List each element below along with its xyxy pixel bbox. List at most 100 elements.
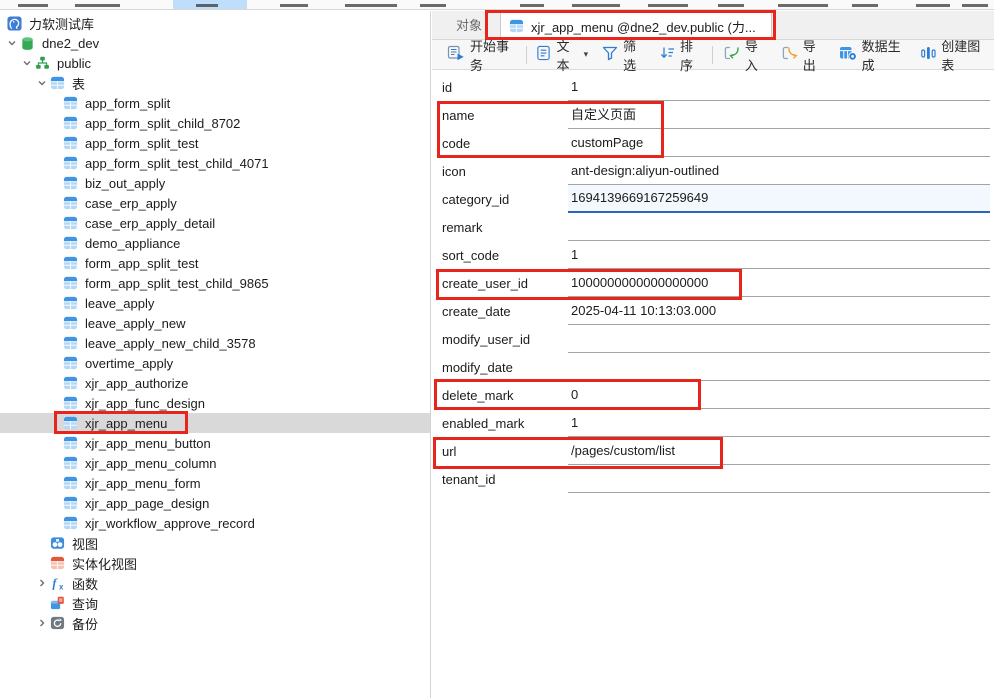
tree-item-xjr_workflow_approve_record[interactable]: xjr_workflow_approve_record: [0, 513, 430, 533]
field-row-category_id: category_id1694139669167259649: [432, 185, 994, 213]
field-label: url: [432, 444, 568, 459]
mat-view-icon: [50, 556, 66, 570]
tree-item-leave_apply_new_child_3578[interactable]: leave_apply_new_child_3578: [0, 333, 430, 353]
field-label: create_date: [432, 304, 568, 319]
toolbar-button-label: 筛选: [623, 36, 645, 74]
clipped-toolbar-text-fragment: [420, 4, 446, 7]
field-value-input[interactable]: [568, 353, 990, 381]
tree-item-xjr_app_page_design[interactable]: xjr_app_page_design: [0, 493, 430, 513]
tree-item-dne2_dev[interactable]: dne2_dev: [0, 33, 430, 53]
toolbar-button-label: 导出: [803, 36, 825, 74]
tree-item-视图[interactable]: 视图: [0, 533, 430, 553]
tree-item-力软测试库[interactable]: 力软测试库: [0, 13, 430, 33]
field-value-input[interactable]: [568, 325, 990, 353]
field-value-input[interactable]: 1: [568, 409, 990, 437]
field-value-input[interactable]: 1: [568, 73, 990, 101]
postgres-connection-icon: [7, 16, 23, 31]
table-icon: [63, 436, 79, 450]
dropdown-caret-icon[interactable]: ▾: [584, 49, 589, 60]
tree-item-biz_out_apply[interactable]: biz_out_apply: [0, 173, 430, 193]
chevron-down-icon[interactable]: [19, 58, 35, 68]
table-icon: [63, 316, 79, 330]
filter-button[interactable]: 筛选: [595, 42, 652, 68]
field-row-tenant_id: tenant_id: [432, 465, 994, 493]
import-button[interactable]: 导入: [716, 42, 774, 68]
tree-item-查询[interactable]: 查询: [0, 593, 430, 613]
clipped-toolbar-text-fragment: [572, 4, 620, 7]
tree-item-app_form_split_test[interactable]: app_form_split_test: [0, 133, 430, 153]
table-icon: [63, 456, 79, 470]
query-icon: [50, 596, 66, 610]
tab-objects[interactable]: 对象: [446, 11, 492, 40]
field-label: create_user_id: [432, 276, 568, 291]
sort-button[interactable]: 排序: [652, 42, 709, 68]
table-icon: [50, 76, 66, 90]
field-label: modify_date: [432, 360, 568, 375]
tree-item-label: case_erp_apply_detail: [85, 216, 215, 231]
tree-item-form_app_split_test_child_9865[interactable]: form_app_split_test_child_9865: [0, 273, 430, 293]
tree-item-xjr_app_menu_form[interactable]: xjr_app_menu_form: [0, 473, 430, 493]
tree-item-实体化视图[interactable]: 实体化视图: [0, 553, 430, 573]
filter-icon: [602, 45, 618, 64]
table-icon: [63, 356, 79, 370]
clipped-toolbar-text-fragment: [718, 4, 744, 7]
chevron-right-icon[interactable]: [34, 578, 50, 588]
field-row-id: id1: [432, 73, 994, 101]
field-value-input[interactable]: customPage: [568, 129, 990, 157]
field-value-input[interactable]: [568, 213, 990, 241]
tab-label: xjr_app_menu @dne2_dev.public (力...: [531, 17, 756, 36]
tree-item-xjr_app_menu[interactable]: xjr_app_menu: [0, 413, 430, 433]
tree-item-xjr_app_menu_button[interactable]: xjr_app_menu_button: [0, 433, 430, 453]
field-value-input[interactable]: ant-design:aliyun-outlined: [568, 157, 990, 185]
field-value-input[interactable]: 1694139669167259649: [568, 185, 990, 213]
chevron-down-icon[interactable]: [4, 38, 20, 48]
tree-item-form_app_split_test[interactable]: form_app_split_test: [0, 253, 430, 273]
field-value-input[interactable]: 自定义页面: [568, 101, 990, 129]
data-generation-button[interactable]: 数据生成: [832, 42, 915, 68]
tree-item-case_erp_apply_detail[interactable]: case_erp_apply_detail: [0, 213, 430, 233]
tree-item-函数[interactable]: f x函数: [0, 573, 430, 593]
field-value-input[interactable]: [568, 465, 990, 493]
field-value-input[interactable]: /pages/custom/list: [568, 437, 990, 465]
export-button[interactable]: 导出: [774, 42, 832, 68]
tree-item-public[interactable]: public: [0, 53, 430, 73]
tree-item-overtime_apply[interactable]: overtime_apply: [0, 353, 430, 373]
field-value-input[interactable]: 2025-04-11 10:13:03.000: [568, 297, 990, 325]
table-icon: [63, 256, 79, 270]
begin-transaction-icon: [447, 45, 465, 64]
tree-item-表[interactable]: 表: [0, 73, 430, 93]
toolbar-separator: [526, 46, 527, 64]
tree-item-app_form_split[interactable]: app_form_split: [0, 93, 430, 113]
chevron-down-icon[interactable]: [34, 78, 50, 88]
field-value-input[interactable]: 1000000000000000000: [568, 269, 990, 297]
begin-transaction-button[interactable]: 开始事务: [440, 42, 523, 68]
tree-item-xjr_app_func_design[interactable]: xjr_app_func_design: [0, 393, 430, 413]
tab-table-data[interactable]: xjr_app_menu @dne2_dev.public (力...: [500, 11, 772, 40]
tree-item-leave_apply[interactable]: leave_apply: [0, 293, 430, 313]
tree-item-label: xjr_app_func_design: [85, 396, 205, 411]
table-icon: [63, 476, 79, 490]
field-value-input[interactable]: 0: [568, 381, 990, 409]
create-chart-icon: [921, 45, 936, 64]
table-icon: [63, 96, 79, 110]
tree-item-case_erp_apply[interactable]: case_erp_apply: [0, 193, 430, 213]
chevron-right-icon[interactable]: [34, 618, 50, 628]
text-view-button[interactable]: 文本▾: [529, 42, 595, 68]
create-chart-button[interactable]: 创建图表: [914, 42, 994, 68]
table-icon: [63, 236, 79, 250]
tree-item-xjr_app_authorize[interactable]: xjr_app_authorize: [0, 373, 430, 393]
tree-item-leave_apply_new[interactable]: leave_apply_new: [0, 313, 430, 333]
table-icon: [63, 196, 79, 210]
tree-item-label: demo_appliance: [85, 236, 180, 251]
table-icon: [63, 136, 79, 150]
tree-item-app_form_split_test_child_4071[interactable]: app_form_split_test_child_4071: [0, 153, 430, 173]
field-row-url: url/pages/custom/list: [432, 437, 994, 465]
tree-item-label: leave_apply_new: [85, 316, 185, 331]
table-icon: [63, 496, 79, 510]
tree-item-备份[interactable]: 备份: [0, 613, 430, 633]
field-value-input[interactable]: 1: [568, 241, 990, 269]
tree-item-label: app_form_split_child_8702: [85, 116, 240, 131]
tree-item-app_form_split_child_8702[interactable]: app_form_split_child_8702: [0, 113, 430, 133]
tree-item-xjr_app_menu_column[interactable]: xjr_app_menu_column: [0, 453, 430, 473]
tree-item-demo_appliance[interactable]: demo_appliance: [0, 233, 430, 253]
